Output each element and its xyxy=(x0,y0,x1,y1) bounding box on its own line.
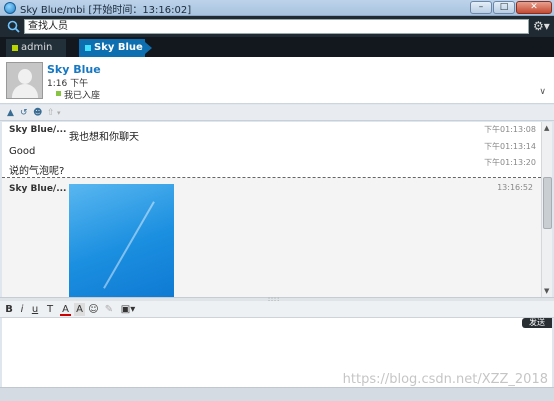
close-button[interactable]: ✕ xyxy=(516,1,552,14)
message-time: 下午01:13:08 xyxy=(484,125,536,134)
attach-icon[interactable]: ✎ xyxy=(104,303,114,316)
chat-toolbar: ▲ ↺ ☻ ⇧ ▾ xyxy=(0,105,554,121)
chat-scrollbar[interactable]: ▲ ▼ xyxy=(541,122,552,297)
status-dot-icon xyxy=(85,45,91,51)
italic-button[interactable]: i xyxy=(17,303,27,316)
message-sender: Sky Blue/... xyxy=(9,125,67,135)
status-dot-icon xyxy=(12,45,18,51)
tab-label: admin xyxy=(21,42,53,53)
strike-button[interactable]: T xyxy=(45,303,55,316)
tab-label: Sky Blue xyxy=(94,42,143,53)
font-color-button[interactable]: A xyxy=(60,303,71,316)
contact-status: 我已入座 xyxy=(56,88,100,101)
message-time: 下午01:13:20 xyxy=(484,158,536,167)
scroll-thumb[interactable] xyxy=(543,177,552,229)
avatar[interactable] xyxy=(6,62,43,99)
message-sender: Sky Blue/... xyxy=(9,184,67,194)
chevron-down-icon[interactable]: ▾ xyxy=(57,108,67,118)
share-icon[interactable]: ⇧ xyxy=(47,108,57,118)
underline-button[interactable]: u xyxy=(30,303,40,316)
message-text: 我也想和你聊天 xyxy=(69,132,139,143)
font-bg-button[interactable]: A xyxy=(74,303,85,316)
contact-name[interactable]: Sky Blue xyxy=(47,63,101,76)
message-time: 下午01:13:14 xyxy=(484,142,536,151)
watermark: https://blog.csdn.net/XZZ_2018 xyxy=(342,372,548,387)
chat-history[interactable]: Sky Blue/... 我也想和你聊天 下午01:13:08 Good 下午0… xyxy=(2,122,541,297)
image-attachment[interactable] xyxy=(69,184,174,297)
tab-admin[interactable]: admin xyxy=(6,39,66,57)
search-icon xyxy=(7,20,20,33)
history-icon[interactable]: ↺ xyxy=(20,108,30,118)
search-bar: 查找人员 ⚙▾ xyxy=(0,16,554,37)
bold-button[interactable]: B xyxy=(4,303,14,316)
search-input[interactable]: 查找人员 xyxy=(24,19,529,34)
send-button[interactable]: 发送 xyxy=(522,318,552,328)
status-strip xyxy=(0,387,554,401)
minimize-button[interactable]: – xyxy=(470,1,492,14)
tab-bar: admin Sky Blue xyxy=(0,37,554,57)
chevron-double-down-icon[interactable]: ∨ xyxy=(539,87,546,97)
scroll-up-icon[interactable]: ▲ xyxy=(544,124,549,132)
status-square-icon xyxy=(56,91,61,96)
image-streak xyxy=(103,201,155,289)
scroll-down-icon[interactable]: ▼ xyxy=(544,287,549,295)
tab-sky-blue[interactable]: Sky Blue xyxy=(79,39,152,57)
app-icon xyxy=(4,2,16,14)
emoji-icon[interactable]: ☺ xyxy=(88,303,99,316)
message-text: Good xyxy=(9,146,36,157)
org-chart-icon[interactable]: ▲ xyxy=(7,108,17,118)
avatar-body xyxy=(12,84,38,98)
avatar-head xyxy=(18,69,32,84)
screenshot-icon[interactable]: ▣▾ xyxy=(120,303,136,316)
format-toolbar: B i u T A A ☺ ✎ ▣▾ xyxy=(0,301,554,318)
maximize-button[interactable]: □ xyxy=(493,1,515,14)
gear-icon[interactable]: ⚙▾ xyxy=(533,19,550,34)
window-titlebar: Sky Blue/mbi [开始时间：13:16:02] – □ ✕ xyxy=(0,0,554,16)
window-controls: – □ ✕ xyxy=(470,1,552,14)
window-title: Sky Blue/mbi [开始时间：13:16:02] xyxy=(20,5,192,16)
status-text: 我已入座 xyxy=(64,91,101,101)
message-text: 说的气泡呢? xyxy=(9,166,65,177)
user-icon[interactable]: ☻ xyxy=(33,108,43,118)
contact-profile: Sky Blue 1:16 下午 我已入座 ∨ xyxy=(0,57,554,104)
message-time: 13:16:52 xyxy=(497,183,533,192)
